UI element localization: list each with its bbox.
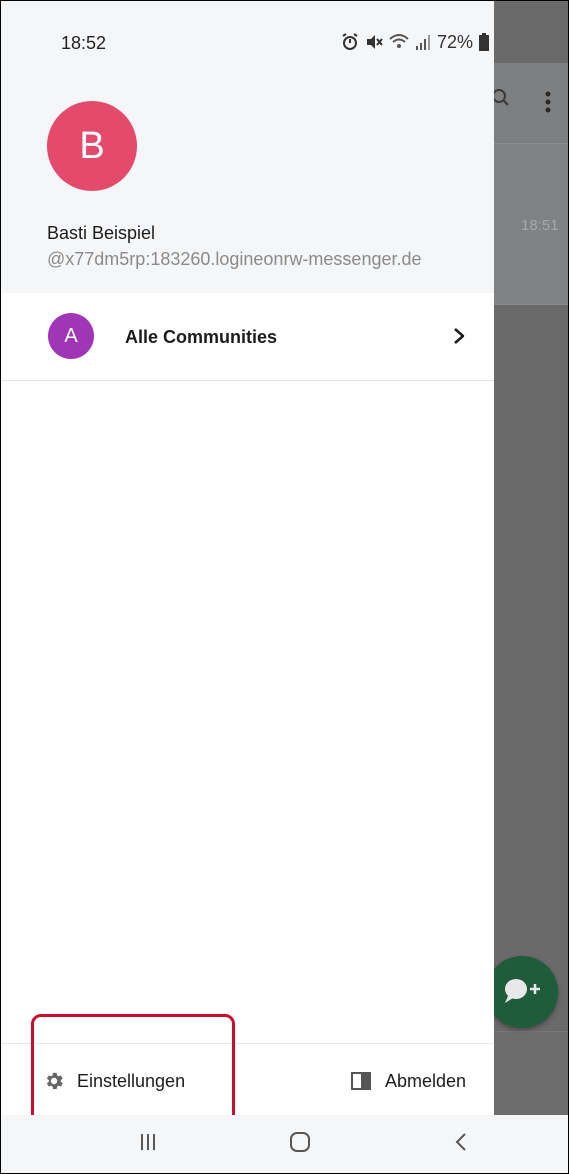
back-icon[interactable] [453,1131,469,1153]
profile-user-id: @x77dm5rp:183260.logineonrw-messenger.de [47,249,422,269]
status-bar: 18:52 72% [1,1,568,63]
gear-icon [46,1072,63,1090]
battery-percentage: 72% [437,31,474,52]
search-icon[interactable] [493,89,511,107]
recent-apps-icon[interactable] [137,1131,159,1153]
community-avatar: A [48,313,94,359]
new-chat-fab[interactable] [486,956,558,1028]
settings-button[interactable]: Einstellungen [43,1066,185,1096]
logout-icon [351,1072,371,1090]
signal-icon [416,35,430,50]
drawer-footer: Einstellungen Abmelden [1,1043,494,1116]
battery-icon [479,33,490,51]
community-item-all[interactable]: A Alle Communities [1,293,494,381]
profile-avatar[interactable]: B [47,101,137,191]
more-vert-icon[interactable] [545,91,551,113]
community-label: Alle Communities [125,327,278,347]
profile-name: Basti Beispiel [47,223,156,243]
logout-button[interactable]: Abmelden [351,1066,466,1096]
background-app-bottom-bar [494,1031,568,1122]
alarm-icon [342,33,358,50]
status-icons: 72% [341,31,490,53]
settings-label: Einstellungen [77,1070,186,1091]
new-chat-icon [505,979,540,1003]
chevron-right-icon [454,328,465,344]
home-icon[interactable] [289,1131,311,1153]
phone-screen: 18:51 B Basti Beispiel @x77dm5rp:183260.… [0,0,569,1174]
navigation-drawer: B Basti Beispiel @x77dm5rp:183260.logine… [1,1,494,1121]
logout-label: Abmelden [385,1070,467,1091]
background-chat-time: 18:51 [521,217,559,234]
system-nav-bar [1,1115,568,1173]
mute-icon [367,35,383,49]
status-time: 18:52 [61,33,107,53]
wifi-icon [389,34,409,48]
